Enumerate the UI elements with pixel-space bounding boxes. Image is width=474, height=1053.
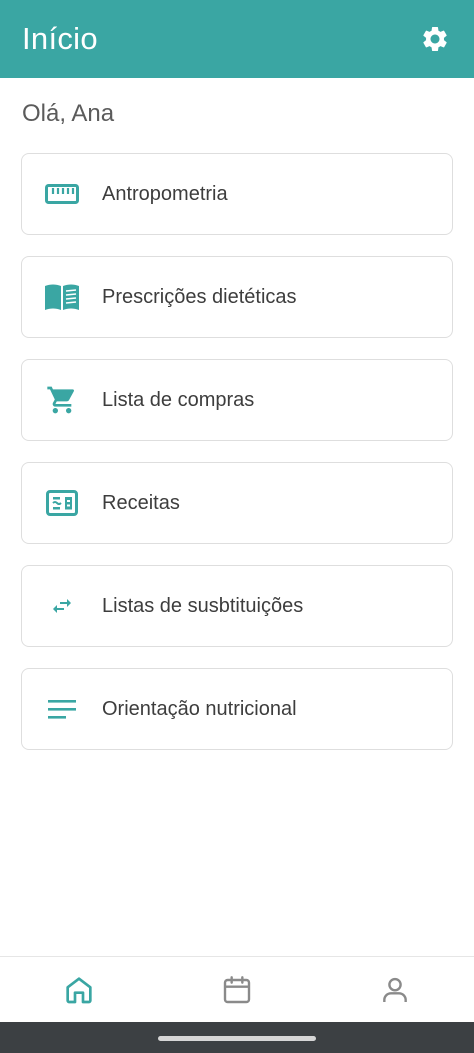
menu-item-substituicoes[interactable]: Listas de susbtituições [21,565,453,647]
nav-home-button[interactable] [34,957,124,1023]
home-icon [66,976,92,1003]
system-navigation-bar [0,1022,474,1053]
greeting-text: Olá, Ana [22,100,115,127]
book-icon [45,284,79,310]
user-icon [383,977,407,1002]
gesture-handle[interactable] [158,1035,316,1041]
menu-item-label: Receitas [102,491,180,514]
recipe-card-icon [46,490,78,516]
menu-item-label: Orientação nutricional [102,697,297,720]
menu-item-label: Listas de susbtituições [102,594,304,617]
bottom-navigation [0,956,474,1022]
ruler-icon [45,184,79,204]
settings-button[interactable] [418,22,452,56]
menu-item-lista-compras[interactable]: Lista de compras [21,359,453,441]
menu-item-prescricoes[interactable]: Prescrições dietéticas [21,256,453,338]
nav-calendar-button[interactable] [192,957,282,1023]
menu-item-orientacao[interactable]: Orientação nutricional [21,668,453,750]
swap-arrows-icon [53,599,71,613]
shopping-cart-icon [47,386,75,414]
menu-item-label: Prescrições dietéticas [102,285,297,308]
app-bar: Início [0,0,474,78]
menu-item-receitas[interactable]: Receitas [21,462,453,544]
menu-item-label: Antropometria [102,182,228,205]
menu-item-label: Lista de compras [102,388,255,411]
menu-item-antropometria[interactable]: Antropometria [21,153,453,235]
main-menu: Antropometria Prescrições dietéticas Lis… [21,153,453,771]
page-title: Início [22,21,98,56]
nav-profile-button[interactable] [350,957,440,1023]
notes-lines-icon [48,700,76,719]
calendar-icon [223,975,251,1003]
gear-icon [423,26,447,51]
